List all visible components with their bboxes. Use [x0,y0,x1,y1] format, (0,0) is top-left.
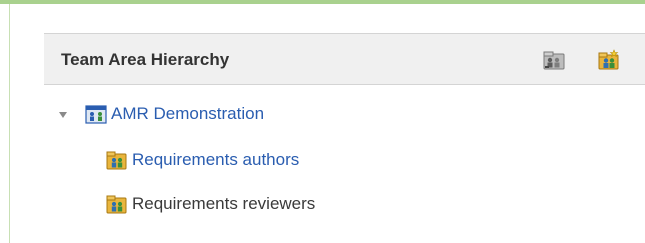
new-team-area-icon [598,49,619,70]
top-divider [0,0,645,4]
tree-node-reviewers-label[interactable]: Requirements reviewers [132,194,315,214]
tree-node-root[interactable]: AMR Demonstration [57,101,264,127]
panel-title: Team Area Hierarchy [61,50,230,69]
tree-node-root-label[interactable]: AMR Demonstration [111,104,264,124]
left-divider [0,4,10,243]
team-area-hierarchy-icon [543,51,565,70]
new-team-area-button[interactable] [597,48,621,72]
chevron-down-icon [59,112,67,118]
team-area-icon [106,193,128,215]
tree-node-requirements-reviewers[interactable]: Requirements reviewers [106,191,315,217]
window-frame: Team Area Hierarchy AMR Demonstration Re… [0,0,645,243]
team-area-hierarchy-panel: Team Area Hierarchy AMR Demonstration Re… [44,33,645,243]
project-area-icon [85,103,107,125]
expand-collapse-toggle[interactable] [57,108,69,120]
team-area-icon [106,149,128,171]
tree-node-requirements-authors[interactable]: Requirements authors [106,147,299,173]
team-area-hierarchy-button[interactable] [542,48,566,72]
panel-header: Team Area Hierarchy [44,33,645,85]
tree-node-authors-label[interactable]: Requirements authors [132,150,299,170]
